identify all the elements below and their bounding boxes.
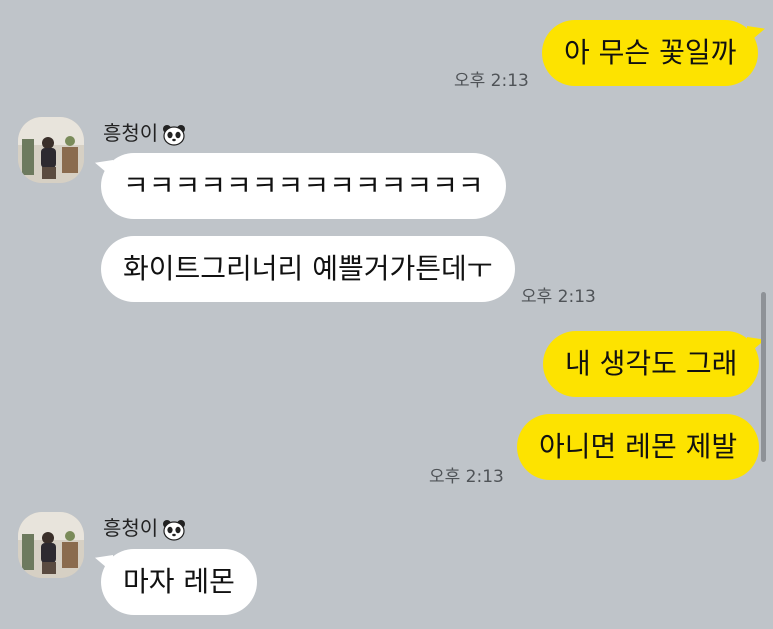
incoming-message-bubble[interactable]: 화이트그리너리 예쁠거가튼데ㅜ <box>101 236 515 302</box>
avatar[interactable] <box>18 512 84 578</box>
profile-photo-icon <box>18 117 84 183</box>
avatar[interactable] <box>18 117 84 183</box>
chat-room: 아 무슨 꽃일까 오후 2:13 흥청이 ㅋㅋㅋㅋㅋㅋㅋㅋㅋㅋㅋㅋㅋㅋ 화이트그… <box>0 0 773 629</box>
incoming-message-bubble[interactable]: 마자 레몬 <box>101 549 257 615</box>
message-text: 마자 레몬 <box>123 565 235 598</box>
incoming-message-bubble[interactable]: ㅋㅋㅋㅋㅋㅋㅋㅋㅋㅋㅋㅋㅋㅋ <box>101 153 506 219</box>
message-text: 아 무슨 꽃일까 <box>564 36 737 69</box>
sender-name: 흥청이 <box>103 117 186 146</box>
sender-name-text: 흥청이 <box>103 121 159 145</box>
sender-name: 흥청이 <box>103 512 186 541</box>
scrollbar[interactable] <box>761 292 766 462</box>
message-text: 화이트그리너리 예쁠거가튼데ㅜ <box>123 252 493 285</box>
outgoing-message-bubble[interactable]: 내 생각도 그래 <box>543 331 760 397</box>
message-timestamp: 오후 2:13 <box>521 287 596 307</box>
message-text: 내 생각도 그래 <box>565 347 738 380</box>
message-text: ㅋㅋㅋㅋㅋㅋㅋㅋㅋㅋㅋㅋㅋㅋ <box>123 169 484 202</box>
profile-photo-icon <box>18 512 84 578</box>
panda-face-icon <box>163 124 186 146</box>
sender-name-text: 흥청이 <box>103 516 159 540</box>
panda-face-icon <box>163 519 186 541</box>
outgoing-message-bubble[interactable]: 아니면 레몬 제발 <box>517 414 760 480</box>
outgoing-message-bubble[interactable]: 아 무슨 꽃일까 <box>542 20 759 86</box>
message-timestamp: 오후 2:13 <box>429 467 504 487</box>
message-timestamp: 오후 2:13 <box>454 71 529 91</box>
message-text: 아니면 레몬 제발 <box>539 430 738 463</box>
